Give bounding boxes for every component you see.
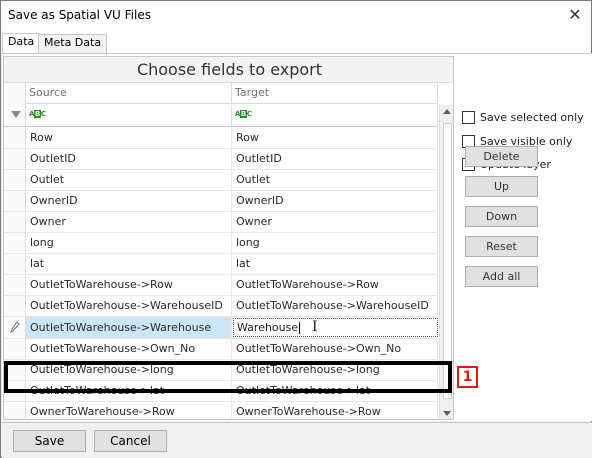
table-row-editing[interactable]: OutletToWarehouse->Warehouse Warehouse I bbox=[4, 317, 438, 339]
reset-button[interactable]: Reset bbox=[465, 236, 538, 257]
target-edit-input[interactable]: Warehouse bbox=[233, 318, 438, 337]
tab-content: Choose fields to export Source Target AB… bbox=[2, 53, 592, 421]
save-dialog: Save as Spatial VU Files ✕ Data Meta Dat… bbox=[0, 0, 592, 458]
dialog-footer: Save Cancel bbox=[2, 422, 592, 458]
save-button[interactable]: Save bbox=[13, 430, 86, 452]
scroll-up-arrow-icon[interactable] bbox=[443, 109, 451, 114]
table-row[interactable]: Outlet Outlet bbox=[4, 170, 438, 191]
table-row[interactable]: OutletToWarehouse->WarehouseID OutletToW… bbox=[4, 296, 438, 317]
vertical-scrollbar[interactable] bbox=[439, 105, 453, 419]
table-row[interactable]: OutletID OutletID bbox=[4, 149, 438, 170]
annotation-marker: 1 bbox=[457, 366, 478, 388]
source-cell[interactable]: lat bbox=[26, 254, 232, 274]
tab-strip: Data Meta Data bbox=[1, 32, 591, 54]
source-cell[interactable]: OutletToWarehouse->Warehouse bbox=[26, 317, 232, 338]
table-row[interactable]: OutletToWarehouse->lat OutletToWarehouse… bbox=[4, 381, 438, 402]
text-caret bbox=[299, 322, 301, 334]
window-title: Save as Spatial VU Files bbox=[8, 8, 151, 22]
table-row[interactable]: OwnerToWarehouse->Row OwnerToWarehouse->… bbox=[4, 402, 438, 419]
tab-data[interactable]: Data bbox=[2, 33, 41, 54]
target-cell[interactable]: OutletToWarehouse->Row bbox=[232, 275, 438, 295]
target-cell[interactable]: OutletID bbox=[232, 149, 438, 169]
target-cell[interactable]: OutletToWarehouse->WarehouseID bbox=[232, 296, 438, 316]
target-edit-value: Warehouse bbox=[237, 321, 299, 334]
table-row[interactable]: OutletToWarehouse->long OutletToWarehous… bbox=[4, 360, 438, 381]
source-cell[interactable]: OutletToWarehouse->Row bbox=[26, 275, 232, 295]
pencil-icon bbox=[10, 321, 20, 333]
target-cell[interactable]: OutletToWarehouse->Own_No bbox=[232, 339, 438, 359]
target-cell[interactable]: OutletToWarehouse->lat bbox=[232, 381, 438, 401]
column-header-source[interactable]: Source bbox=[26, 83, 232, 104]
target-cell[interactable]: OwnerID bbox=[232, 191, 438, 211]
target-cell[interactable]: Owner bbox=[232, 212, 438, 232]
source-cell[interactable]: OutletToWarehouse->Own_No bbox=[26, 339, 232, 359]
source-cell[interactable]: long bbox=[26, 233, 232, 253]
target-cell[interactable]: lat bbox=[232, 254, 438, 274]
table-row[interactable]: OutletToWarehouse->Row OutletToWarehouse… bbox=[4, 275, 438, 296]
source-cell[interactable]: Outlet bbox=[26, 170, 232, 190]
title-bar: Save as Spatial VU Files ✕ bbox=[1, 1, 591, 32]
abc-text-filter-icon: ABC bbox=[29, 110, 46, 118]
save-selected-only-label: Save selected only bbox=[480, 111, 584, 124]
delete-button[interactable]: Delete bbox=[465, 146, 538, 167]
source-cell[interactable]: OutletID bbox=[26, 149, 232, 169]
grid-rows: Row Row OutletID OutletID Outlet Outlet … bbox=[4, 128, 438, 419]
source-cell[interactable]: OutletToWarehouse->long bbox=[26, 360, 232, 380]
source-cell[interactable]: OutletToWarehouse->lat bbox=[26, 381, 232, 401]
target-cell[interactable]: Row bbox=[232, 128, 438, 148]
table-row[interactable]: long long bbox=[4, 233, 438, 254]
column-header-target[interactable]: Target bbox=[232, 83, 438, 104]
source-cell[interactable]: Owner bbox=[26, 212, 232, 232]
tab-meta-data[interactable]: Meta Data bbox=[38, 34, 108, 53]
save-selected-only-checkbox[interactable] bbox=[462, 111, 475, 124]
target-cell[interactable]: OwnerToWarehouse->Row bbox=[232, 402, 438, 419]
scroll-down-arrow-icon[interactable] bbox=[443, 411, 451, 416]
table-row[interactable]: Row Row bbox=[4, 128, 438, 149]
up-button[interactable]: Up bbox=[465, 176, 538, 197]
ibeam-cursor-icon: I bbox=[312, 319, 318, 335]
source-filter-cell[interactable]: ABC bbox=[26, 105, 232, 126]
fields-grid: Choose fields to export Source Target AB… bbox=[3, 56, 454, 420]
scroll-thumb[interactable] bbox=[443, 123, 452, 399]
close-icon[interactable]: ✕ bbox=[565, 4, 585, 26]
table-row[interactable]: lat lat bbox=[4, 254, 438, 275]
table-row[interactable]: Owner Owner bbox=[4, 212, 438, 233]
add-all-button[interactable]: Add all bbox=[465, 266, 538, 287]
target-cell[interactable]: Outlet bbox=[232, 170, 438, 190]
target-cell[interactable]: OutletToWarehouse->long bbox=[232, 360, 438, 380]
cancel-button[interactable]: Cancel bbox=[94, 430, 167, 452]
target-cell[interactable]: long bbox=[232, 233, 438, 253]
source-cell[interactable]: Row bbox=[26, 128, 232, 148]
grid-title: Choose fields to export bbox=[4, 57, 453, 83]
target-filter-cell[interactable]: ABC bbox=[232, 105, 438, 126]
source-cell[interactable]: OutletToWarehouse->WarehouseID bbox=[26, 296, 232, 316]
table-row[interactable]: OwnerID OwnerID bbox=[4, 191, 438, 212]
filter-icon bbox=[11, 111, 21, 118]
source-cell[interactable]: OwnerID bbox=[26, 191, 232, 211]
down-button[interactable]: Down bbox=[465, 206, 538, 227]
table-row[interactable]: OutletToWarehouse->Own_No OutletToWareho… bbox=[4, 339, 438, 360]
source-cell[interactable]: OwnerToWarehouse->Row bbox=[26, 402, 232, 419]
abc-text-filter-icon: ABC bbox=[235, 110, 252, 118]
filter-row: ABC ABC bbox=[4, 105, 438, 127]
